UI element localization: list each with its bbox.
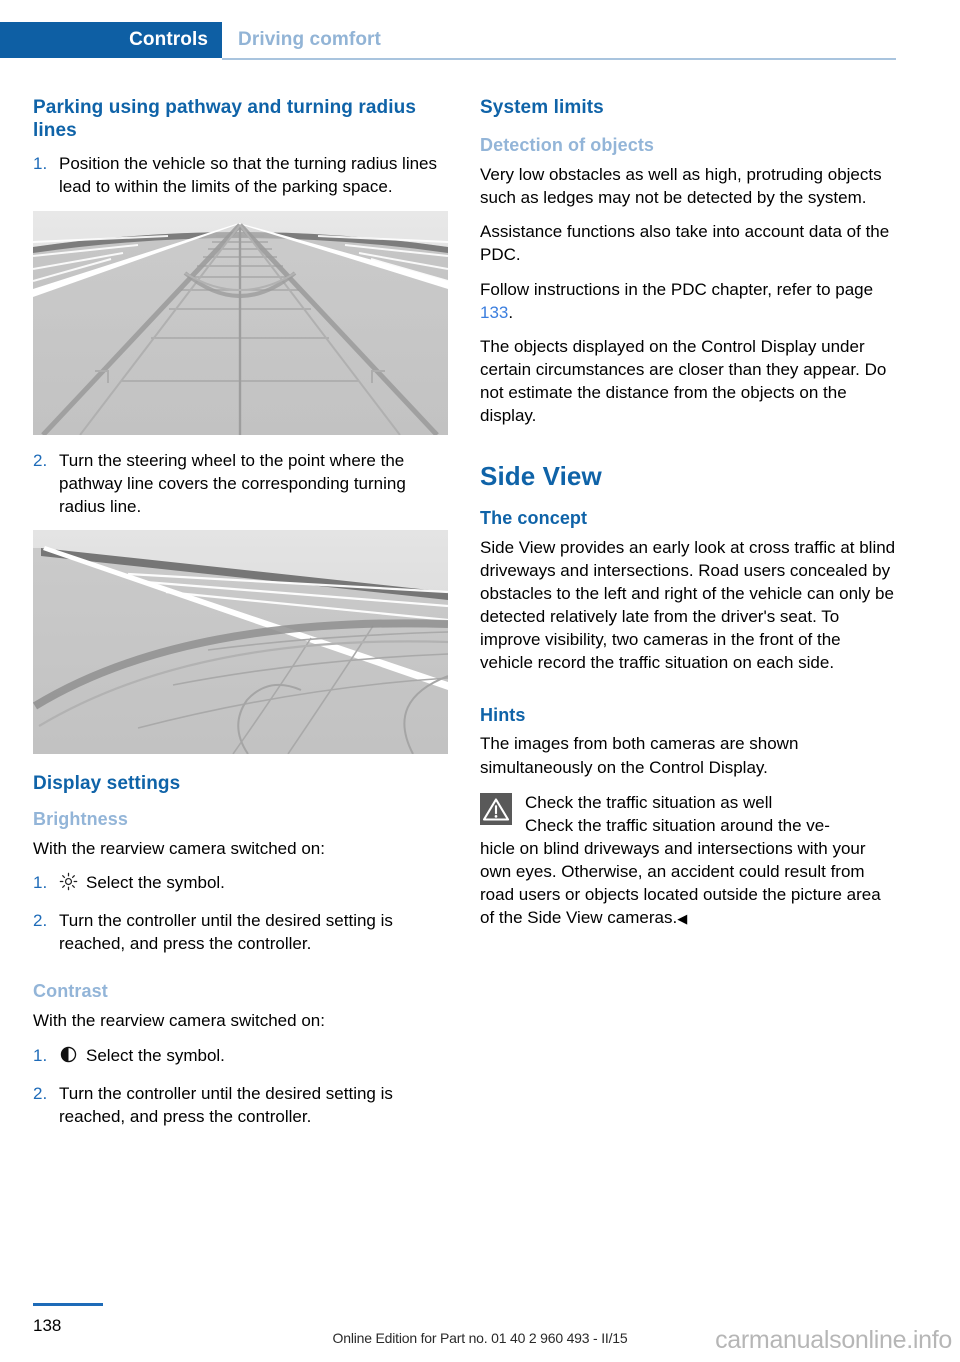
- tab-controls[interactable]: Controls: [0, 22, 222, 58]
- hints-subheading: Hints: [480, 704, 526, 725]
- page-reference-link[interactable]: 133: [480, 303, 508, 322]
- step-number: 1.: [33, 873, 48, 893]
- figure-rearview-turned-graphic: [33, 529, 448, 754]
- warning-body-first-line: Check the traffic situation around the v…: [525, 815, 830, 835]
- step-text: Turn the steering wheel to the point whe…: [59, 450, 406, 516]
- figure-rearview-turned: [33, 529, 448, 754]
- detection-paragraph-1: Very low obstacles as well as high, prot…: [480, 165, 882, 208]
- right-column: System limits Detection of objects Very …: [480, 96, 897, 929]
- warning-triangle-icon: [480, 792, 512, 825]
- hints-paragraph: The images from both cameras are shown s…: [480, 734, 799, 777]
- step-contrast-2: 2. Turn the controller until the desired…: [33, 1082, 450, 1128]
- step-number: 2.: [33, 911, 48, 931]
- contrast-subheading: Contrast: [33, 981, 108, 1002]
- step-number: 2.: [33, 450, 48, 470]
- step-contrast-1: 1. Select the symbol.: [33, 1044, 450, 1070]
- control-display-paragraph: The objects displayed on the Control Dis…: [480, 336, 887, 426]
- sun-icon: [59, 872, 78, 897]
- page-header: Controls Driving comfort: [0, 22, 960, 62]
- step-text: Position the vehicle so that the turning…: [59, 154, 438, 197]
- pdc-reference-prefix: Follow instructions in the PDC chapter, …: [480, 279, 874, 299]
- pdc-reference-paragraph: Follow instructions in the PDC chapter, …: [480, 278, 897, 324]
- step-parking-2: 2. Turn the steering wheel to the point …: [33, 449, 450, 518]
- step-brightness-2: 2. Turn the controller until the desired…: [33, 909, 450, 955]
- step-number: 1.: [33, 1045, 48, 1065]
- warning-title: Check the traffic situation as well: [525, 792, 773, 812]
- tab-driving-comfort-label: Driving comfort: [238, 29, 381, 50]
- pdc-reference-suffix: .: [508, 302, 514, 322]
- display-settings-heading: Display settings: [33, 772, 181, 794]
- page-title-parking: Parking using pathway and turning radius…: [33, 97, 416, 142]
- step-number: 1.: [33, 154, 48, 174]
- step-text: Turn the controller until the desired se…: [59, 911, 393, 954]
- brightness-intro: With the rearview camera switched on:: [33, 839, 325, 859]
- footer-divider: [33, 1303, 103, 1306]
- warning-text: Check the traffic situation as well Chec…: [480, 791, 897, 930]
- watermark: carmanualsonline.info: [715, 1326, 952, 1354]
- step-text: Select the symbol.: [86, 873, 225, 893]
- tab-driving-comfort[interactable]: Driving comfort: [238, 22, 381, 58]
- detection-paragraph-2: Assistance functions also take into acco…: [480, 222, 890, 265]
- left-column: Parking using pathway and turning radius…: [33, 96, 450, 1132]
- step-text: Select the symbol.: [86, 1045, 225, 1065]
- step-number: 2.: [33, 1083, 48, 1103]
- header-divider: [222, 58, 896, 60]
- tab-controls-label: Controls: [129, 29, 208, 50]
- contrast-half-circle-icon: [59, 1045, 78, 1070]
- concept-paragraph: Side View provides an early look at cros…: [480, 537, 896, 673]
- detection-of-objects-subheading: Detection of objects: [480, 135, 655, 156]
- figure-rearview-straight: [33, 210, 448, 435]
- step-brightness-1: 1. Select the symbol.: [33, 871, 450, 897]
- system-limits-heading: System limits: [480, 97, 604, 118]
- end-of-section-marker: ◀: [677, 911, 688, 927]
- side-view-title: Side View: [480, 461, 602, 492]
- brightness-subheading: Brightness: [33, 809, 129, 830]
- contrast-intro: With the rearview camera switched on:: [33, 1011, 325, 1031]
- figure-rearview-straight-graphic: [33, 210, 448, 435]
- warning-block: Check the traffic situation as well Chec…: [480, 791, 897, 930]
- step-parking-1: 1. Position the vehicle so that the turn…: [33, 152, 450, 198]
- step-text: Turn the controller until the desired se…: [59, 1083, 393, 1126]
- warning-body-rest: hicle on blind driveways and intersectio…: [480, 837, 897, 929]
- the-concept-subheading: The concept: [480, 507, 588, 528]
